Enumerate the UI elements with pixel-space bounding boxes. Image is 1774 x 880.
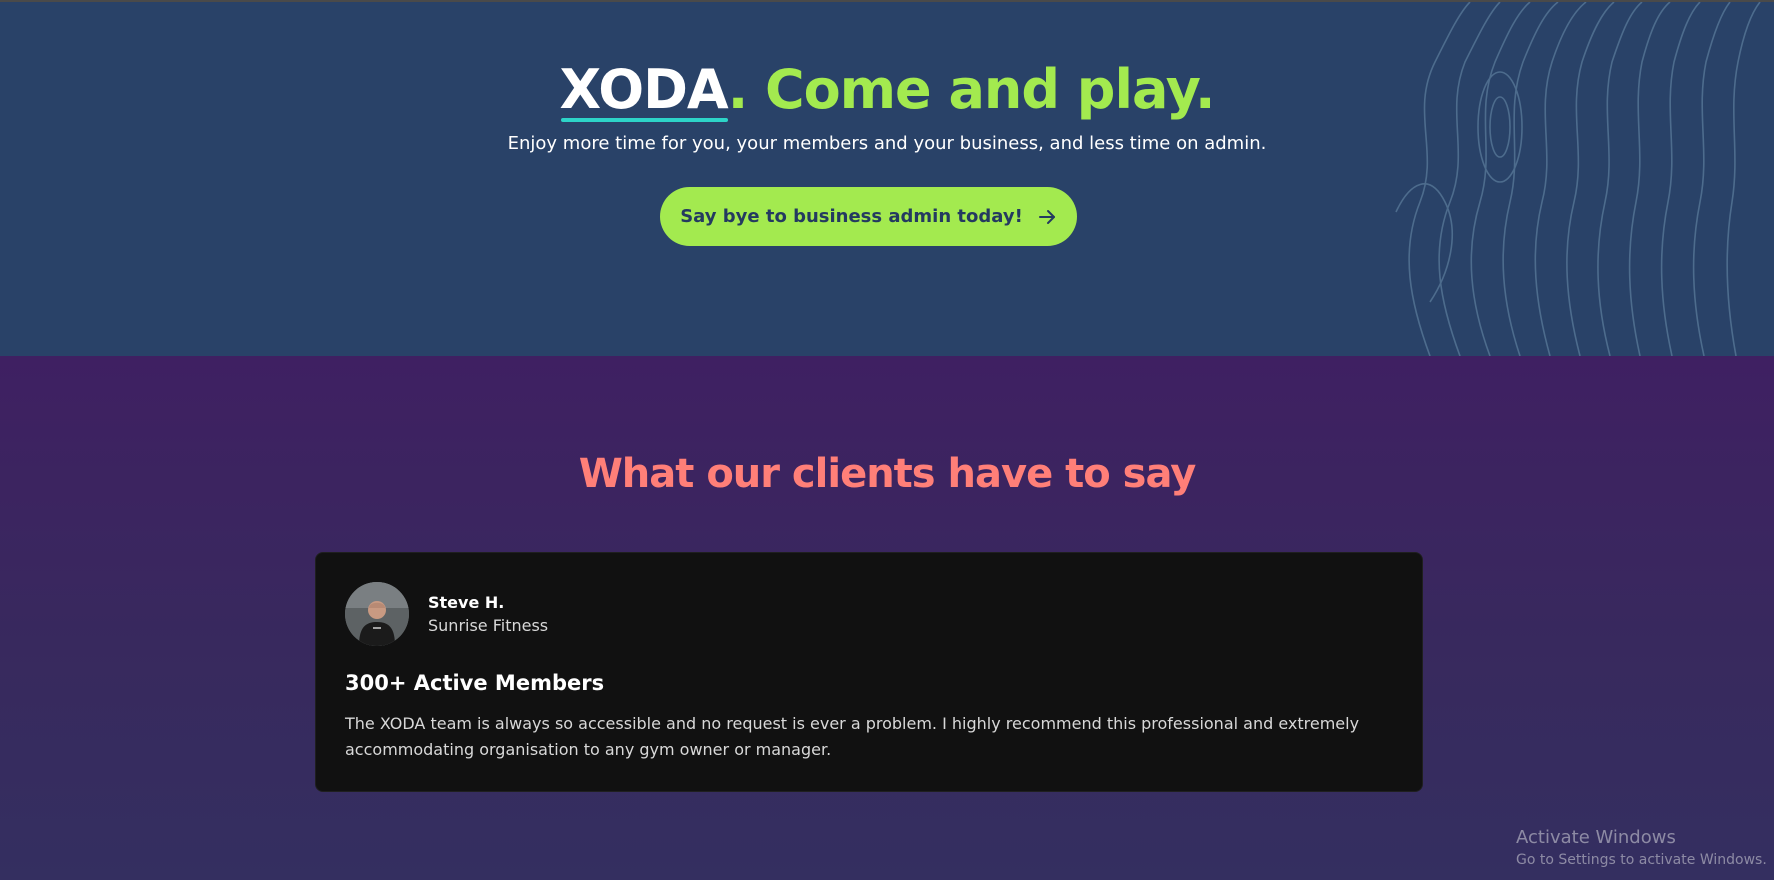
cta-button[interactable]: Say bye to business admin today!	[660, 187, 1077, 246]
testimonials-title: What our clients have to say	[578, 451, 1197, 497]
testimonial-card: Steve H. Sunrise Fitness 300+ Active Mem…	[315, 552, 1423, 792]
activate-windows-watermark: Activate Windows Go to Settings to activ…	[1516, 826, 1767, 870]
brand-name: XODA	[559, 58, 728, 121]
watermark-title: Activate Windows	[1516, 827, 1676, 848]
avatar	[345, 582, 409, 646]
testimonial-heading: 300+ Active Members	[345, 671, 605, 695]
person-photo-icon	[345, 582, 409, 646]
author-name: Steve H.	[428, 593, 505, 612]
hero-title: XODA. Come and play.	[0, 50, 1774, 130]
hero-subtitle: Enjoy more time for you, your members an…	[507, 133, 1267, 154]
testimonials-section: What our clients have to say Steve H. Su…	[0, 356, 1774, 880]
brand-wordmark: XODA	[559, 50, 729, 130]
cta-label: Say bye to business admin today!	[680, 206, 1023, 227]
brand-underline	[561, 118, 728, 122]
testimonial-quote: The XODA team is always so accessible an…	[345, 714, 1360, 759]
hero-section: XODA. Come and play. Enjoy more time for…	[0, 2, 1774, 356]
watermark-subtitle: Go to Settings to activate Windows.	[1516, 852, 1767, 868]
arrow-right-icon	[1038, 209, 1055, 224]
author-company: Sunrise Fitness	[428, 616, 549, 635]
hero-tagline: . Come and play.	[727, 58, 1216, 121]
